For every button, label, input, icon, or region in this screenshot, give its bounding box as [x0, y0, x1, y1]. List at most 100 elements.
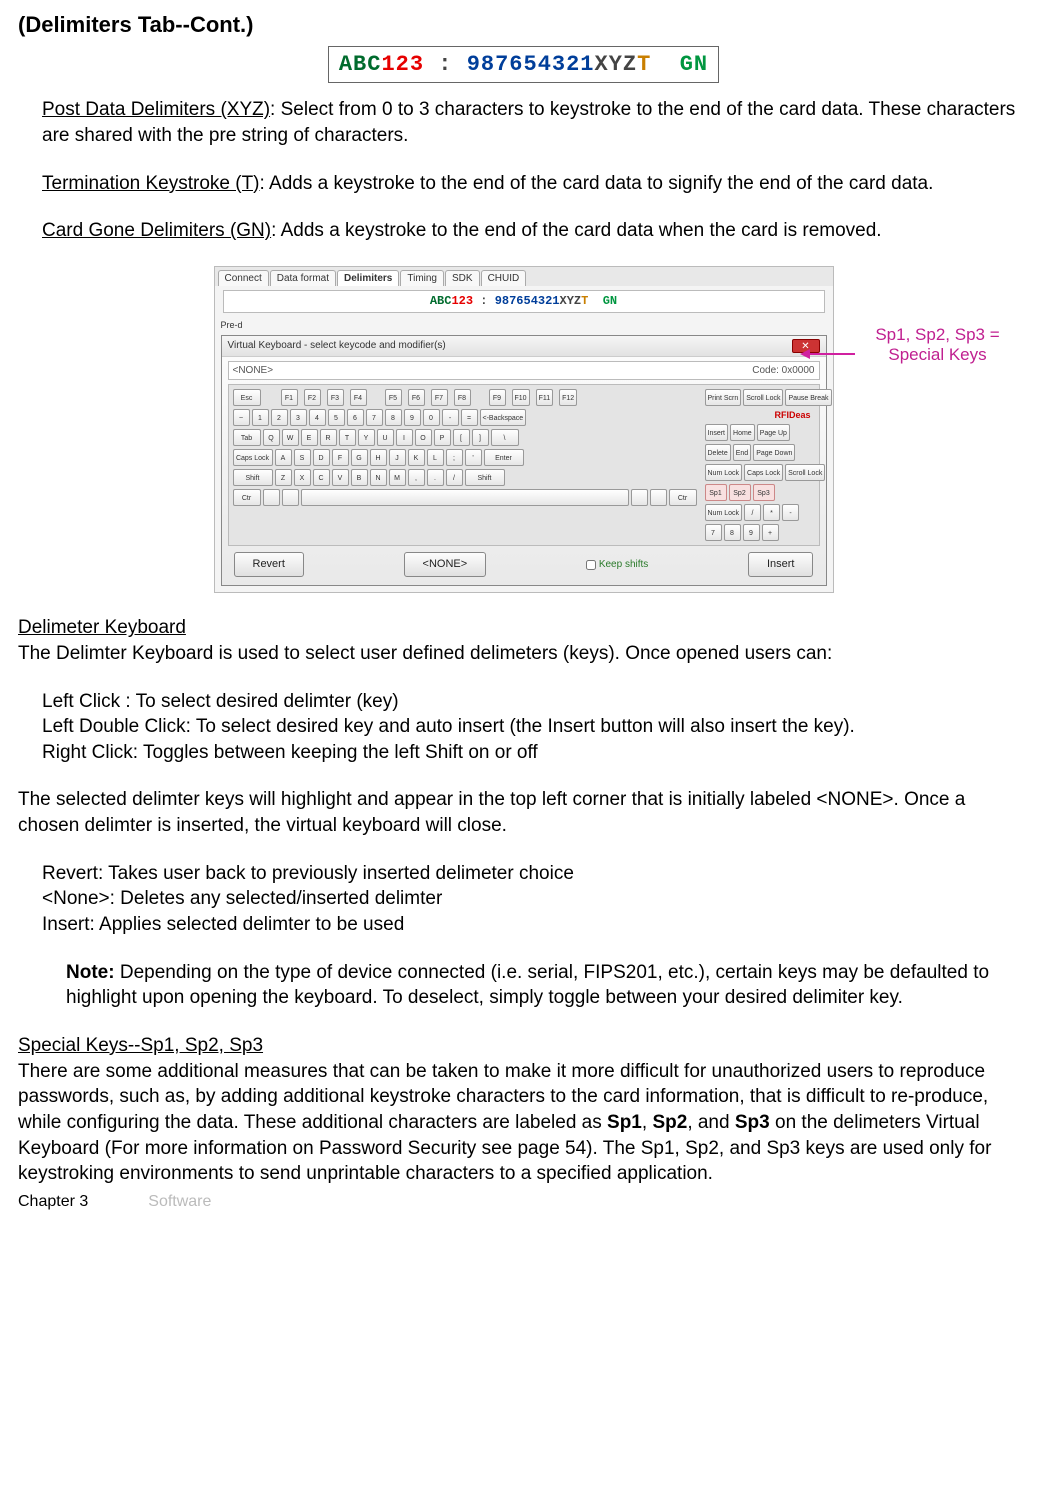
key-pgup[interactable]: Page Up — [757, 424, 790, 441]
key-space[interactable] — [301, 489, 629, 506]
key-6[interactable]: 6 — [347, 409, 364, 426]
key-f9[interactable]: F9 — [489, 389, 506, 406]
key-rbracket[interactable]: ] — [472, 429, 489, 446]
key-y[interactable]: Y — [358, 429, 375, 446]
np-sub[interactable]: - — [782, 504, 799, 521]
np-mul[interactable]: * — [763, 504, 780, 521]
key-lshift[interactable]: Shift — [233, 469, 273, 486]
key-enter[interactable]: Enter — [484, 449, 524, 466]
tab-timing[interactable]: Timing — [400, 270, 444, 287]
key-sp3[interactable]: Sp3 — [753, 484, 775, 501]
key-minus[interactable]: - — [442, 409, 459, 426]
keep-shifts-checkbox[interactable]: Keep shifts — [586, 558, 648, 572]
key-comma[interactable]: , — [408, 469, 425, 486]
key-d[interactable]: D — [313, 449, 330, 466]
key-8[interactable]: 8 — [385, 409, 402, 426]
key-q[interactable]: Q — [263, 429, 280, 446]
key-r[interactable]: R — [320, 429, 337, 446]
np-plus[interactable]: + — [762, 524, 779, 541]
key-m[interactable]: M — [389, 469, 406, 486]
key-b[interactable]: B — [351, 469, 368, 486]
key-tab[interactable]: Tab — [233, 429, 261, 446]
key-3[interactable]: 3 — [290, 409, 307, 426]
tab-chuid[interactable]: CHUID — [481, 270, 527, 287]
key-win[interactable] — [263, 489, 280, 506]
tab-sdk[interactable]: SDK — [445, 270, 480, 287]
key-lctrl[interactable]: Ctr — [233, 489, 261, 506]
np-div[interactable]: / — [744, 504, 761, 521]
key-f7[interactable]: F7 — [431, 389, 448, 406]
key-i[interactable]: I — [396, 429, 413, 446]
key-a[interactable]: A — [275, 449, 292, 466]
key-t[interactable]: T — [339, 429, 356, 446]
key-del[interactable]: Delete — [705, 444, 731, 461]
key-menu[interactable] — [650, 489, 667, 506]
key-u[interactable]: U — [377, 429, 394, 446]
key-4[interactable]: 4 — [309, 409, 326, 426]
key-rctrl[interactable]: Ctr — [669, 489, 697, 506]
np8[interactable]: 8 — [724, 524, 741, 541]
key-f4[interactable]: F4 — [350, 389, 367, 406]
key-c[interactable]: C — [313, 469, 330, 486]
key-l[interactable]: L — [427, 449, 444, 466]
key-5[interactable]: 5 — [328, 409, 345, 426]
key-period[interactable]: . — [427, 469, 444, 486]
key-f[interactable]: F — [332, 449, 349, 466]
key-e[interactable]: E — [301, 429, 318, 446]
key-prtsc[interactable]: Print Scrn — [705, 389, 742, 406]
key-tilde[interactable]: ~ — [233, 409, 250, 426]
key-quote[interactable]: ' — [465, 449, 482, 466]
key-rshift[interactable]: Shift — [465, 469, 505, 486]
key-f1[interactable]: F1 — [281, 389, 298, 406]
key-n[interactable]: N — [370, 469, 387, 486]
key-h[interactable]: H — [370, 449, 387, 466]
revert-button[interactable]: Revert — [234, 552, 304, 577]
key-f11[interactable]: F11 — [536, 389, 554, 406]
key-esc[interactable]: Esc — [233, 389, 261, 406]
key-f12[interactable]: F12 — [559, 389, 577, 406]
key-ralt[interactable] — [631, 489, 648, 506]
key-2[interactable]: 2 — [271, 409, 288, 426]
tab-data-format[interactable]: Data format — [270, 270, 336, 287]
key-lbracket[interactable]: [ — [453, 429, 470, 446]
key-9[interactable]: 9 — [404, 409, 421, 426]
key-f6[interactable]: F6 — [408, 389, 425, 406]
np7[interactable]: 7 — [705, 524, 722, 541]
key-sp1[interactable]: Sp1 — [705, 484, 727, 501]
key-x[interactable]: X — [294, 469, 311, 486]
key-pgdn[interactable]: Page Down — [753, 444, 795, 461]
key-7[interactable]: 7 — [366, 409, 383, 426]
key-g[interactable]: G — [351, 449, 368, 466]
key-v[interactable]: V — [332, 469, 349, 486]
key-1[interactable]: 1 — [252, 409, 269, 426]
key-insert[interactable]: Insert — [705, 424, 729, 441]
key-backspace[interactable]: <-Backspace — [480, 409, 527, 426]
key-capslock[interactable]: Caps Lock — [233, 449, 273, 466]
key-j[interactable]: J — [389, 449, 406, 466]
key-f3[interactable]: F3 — [327, 389, 344, 406]
tab-connect[interactable]: Connect — [218, 270, 269, 287]
key-home[interactable]: Home — [730, 424, 755, 441]
key-0[interactable]: 0 — [423, 409, 440, 426]
key-s[interactable]: S — [294, 449, 311, 466]
key-pause[interactable]: Pause Break — [785, 389, 831, 406]
key-equals[interactable]: = — [461, 409, 478, 426]
np-numlock[interactable]: Num Lock — [705, 504, 743, 521]
key-semicolon[interactable]: ; — [446, 449, 463, 466]
key-f10[interactable]: F10 — [512, 389, 530, 406]
key-f5[interactable]: F5 — [385, 389, 402, 406]
key-end[interactable]: End — [733, 444, 751, 461]
insert-button[interactable]: Insert — [748, 552, 814, 577]
key-backslash[interactable]: \ — [491, 429, 519, 446]
key-alt[interactable] — [282, 489, 299, 506]
none-button[interactable]: <NONE> — [404, 552, 487, 577]
key-o[interactable]: O — [415, 429, 432, 446]
key-f2[interactable]: F2 — [304, 389, 321, 406]
key-sp2[interactable]: Sp2 — [729, 484, 751, 501]
tab-delimiters[interactable]: Delimiters — [337, 270, 399, 287]
key-k[interactable]: K — [408, 449, 425, 466]
key-w[interactable]: W — [282, 429, 299, 446]
key-slash[interactable]: / — [446, 469, 463, 486]
np9[interactable]: 9 — [743, 524, 760, 541]
key-f8[interactable]: F8 — [454, 389, 471, 406]
